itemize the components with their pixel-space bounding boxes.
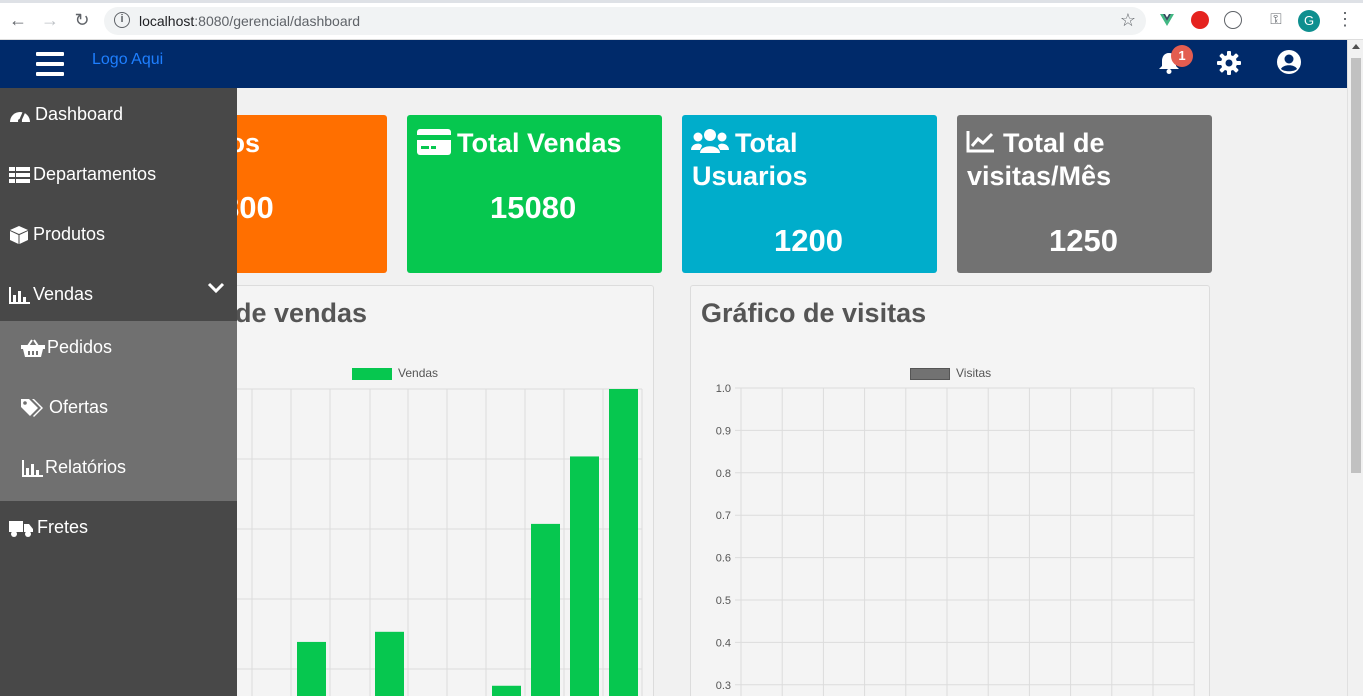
sidebar-item-departamentos[interactable]: Departamentos — [0, 148, 237, 208]
card-total-visitas: Total de visitas/Mês 1250 — [957, 115, 1212, 273]
scrollbar-thumb[interactable] — [1351, 58, 1361, 473]
line-chart-icon — [966, 131, 994, 153]
basket-icon — [21, 339, 45, 357]
card-total-vendas: Total Vendas 15080 — [407, 115, 662, 273]
hamburger-menu-icon[interactable] — [36, 52, 64, 76]
y-tick-label: 0.5 — [716, 595, 731, 607]
vendas-submenu: Pedidos Ofertas Relatórios — [0, 321, 237, 501]
browser-menu-icon[interactable]: ⋮ — [1336, 9, 1354, 30]
sidebar-item-label: Ofertas — [49, 397, 109, 417]
notification-badge: 1 — [1171, 45, 1193, 67]
tab-strip — [0, 0, 1363, 3]
gear-icon[interactable] — [1216, 50, 1242, 76]
sidebar-item-relatorios[interactable]: Relatórios — [0, 441, 237, 501]
address-bar[interactable]: i localhost:8080/gerencial/dashboard ☆ — [104, 7, 1146, 35]
bookmark-star-icon[interactable]: ☆ — [1120, 10, 1136, 31]
opera-extension-icon[interactable] — [1191, 11, 1209, 29]
url-path: :8080/gerencial/dashboard — [194, 13, 361, 29]
sales-bar — [492, 685, 521, 696]
extension-icon[interactable] — [1224, 11, 1242, 29]
browser-toolbar: ← → ↻ i localhost:8080/gerencial/dashboa… — [0, 0, 1363, 40]
sales-bar — [531, 523, 560, 696]
card-value: 15080 — [490, 190, 577, 225]
sales-bar — [375, 631, 404, 696]
visits-chart-panel: Gráfico de visitas Visitas 1.0 0.9 0.8 0.7 0… — [690, 285, 1210, 696]
url-text[interactable]: localhost:8080/gerencial/dashboard — [139, 13, 360, 29]
credit-card-icon — [417, 129, 451, 155]
card-value: 1200 — [774, 223, 843, 258]
url-host: localhost — [139, 13, 195, 29]
sidebar-item-label: Departamentos — [33, 164, 157, 184]
sidebar-item-fretes[interactable]: Fretes — [0, 501, 237, 561]
truck-icon — [9, 521, 33, 537]
sidebar-item-label: Relatórios — [45, 457, 127, 477]
info-icon[interactable]: i — [114, 12, 130, 28]
sidebar-item-ofertas[interactable]: Ofertas — [0, 381, 237, 441]
y-tick-label: 0.7 — [716, 510, 731, 522]
user-circle-icon[interactable] — [1276, 49, 1302, 75]
page-scrollbar[interactable] — [1347, 40, 1363, 696]
sales-bar — [297, 641, 326, 696]
chevron-down-icon[interactable] — [207, 282, 225, 294]
card-title: Total de — [1003, 128, 1105, 158]
card-value: 1250 — [1049, 223, 1118, 258]
sidebar-item-produtos[interactable]: Produtos — [0, 208, 237, 268]
sidebar-item-label: Pedidos — [47, 337, 113, 357]
visits-bar-chart: 1.0 0.9 0.8 0.7 0.6 0.5 0.4 0.3 — [716, 383, 1195, 696]
bar-chart-icon — [22, 460, 43, 477]
scroll-up-arrow[interactable] — [1352, 44, 1360, 49]
forward-icon[interactable]: → — [40, 10, 60, 30]
tags-icon — [21, 399, 43, 417]
tachometer-icon — [10, 111, 30, 123]
sidebar: Dashboard Departamentos Produtos Vendas … — [0, 88, 237, 696]
sidebar-item-dashboard[interactable]: Dashboard — [0, 88, 237, 148]
sidebar-item-label: Produtos — [33, 224, 106, 244]
users-icon — [691, 129, 729, 153]
card-title: Total Vendas — [457, 128, 622, 158]
sidebar-item-vendas[interactable]: Vendas — [0, 268, 237, 328]
card-total-usuarios: Total Usuarios 1200 — [682, 115, 937, 273]
y-tick-label: 0.3 — [716, 680, 731, 692]
sidebar-item-label: Fretes — [37, 517, 89, 537]
card-title-line2: visitas/Mês — [967, 161, 1112, 191]
y-tick-label: 0.6 — [716, 553, 731, 565]
sidebar-item-label: Dashboard — [35, 104, 124, 124]
card-title-line2: Usuarios — [692, 161, 808, 191]
y-tick-label: 0.4 — [716, 637, 731, 649]
y-tick-label: 0.8 — [716, 468, 731, 480]
profile-avatar[interactable]: G — [1298, 10, 1320, 32]
y-tick-label: 1.0 — [716, 383, 731, 395]
sidebar-item-label: Vendas — [33, 284, 94, 304]
table-icon — [9, 167, 30, 183]
reload-icon[interactable]: ↻ — [72, 10, 92, 30]
sidebar-item-pedidos[interactable]: Pedidos — [0, 321, 237, 381]
bar-chart-icon — [9, 287, 30, 304]
card-title: Total — [735, 128, 798, 158]
app-header: Logo Aqui 1 — [0, 40, 1347, 88]
logo-link[interactable]: Logo Aqui — [92, 51, 163, 69]
y-tick-label: 0.9 — [716, 425, 731, 437]
key-icon[interactable]: ⚿ — [1266, 10, 1286, 30]
vue-devtools-icon[interactable] — [1158, 11, 1176, 29]
sales-bar — [570, 456, 599, 696]
back-icon[interactable]: ← — [8, 10, 28, 30]
box-icon — [10, 226, 28, 244]
sales-bar — [609, 389, 638, 696]
